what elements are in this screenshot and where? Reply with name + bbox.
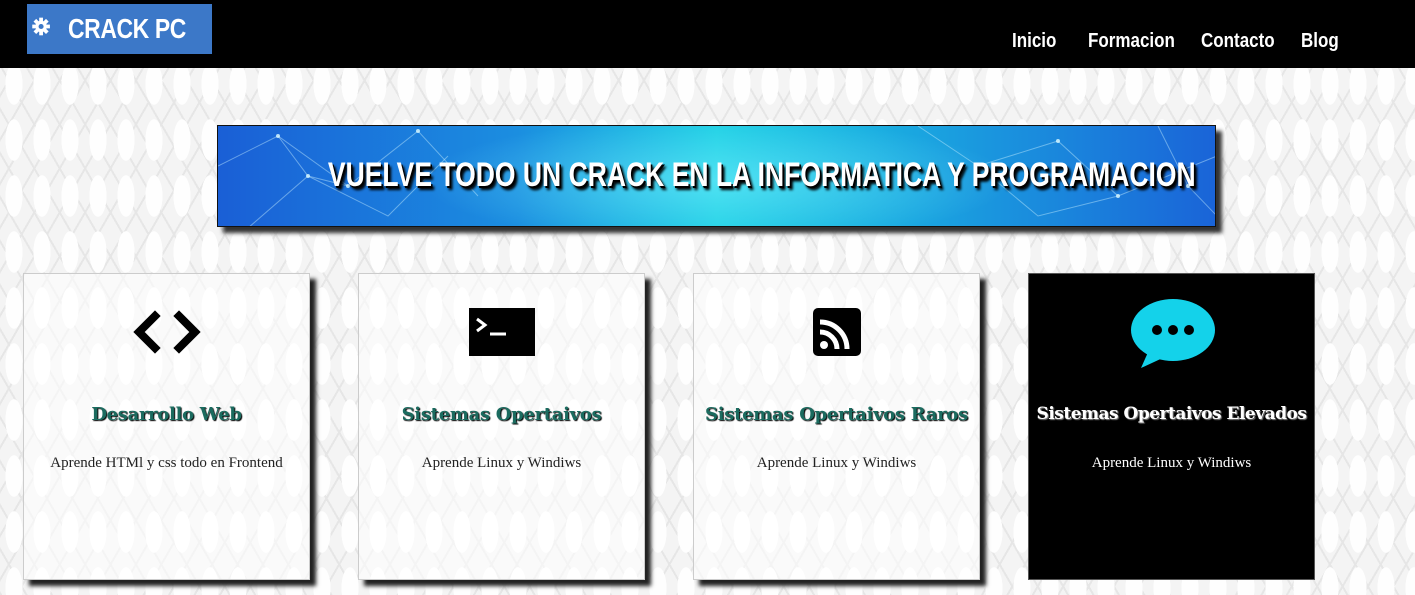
nav-link-formacion[interactable]: Formacion xyxy=(1088,30,1175,53)
card-description: Aprende HTMl y css todo en Frontend xyxy=(50,455,283,471)
hero-banner: VUELVE TODO UN CRACK EN LA INFORMATICA Y… xyxy=(217,125,1216,227)
card-title: Sistemas Opertaivos Elevados xyxy=(1036,404,1307,424)
card-description: Aprende Linux y Windiws xyxy=(421,455,582,471)
card-title: Desarrollo Web xyxy=(91,404,242,425)
nav-link-inicio[interactable]: Inicio xyxy=(1012,30,1056,53)
card-title: Sistemas Opertaivos xyxy=(401,404,602,425)
nav-link-contacto[interactable]: Contacto xyxy=(1201,30,1275,53)
nav-link-blog[interactable]: Blog xyxy=(1301,30,1339,53)
card-title: Sistemas Opertaivos Raros xyxy=(705,404,968,425)
code-icon xyxy=(132,310,201,354)
top-navbar: CRACK PC Inicio Formacion Contacto Blog xyxy=(0,0,1415,68)
rss-icon xyxy=(812,308,861,356)
banner-headline: VUELVE TODO UN CRACK EN LA INFORMATICA Y… xyxy=(327,156,1196,194)
card-description: Aprende Linux y Windiws xyxy=(1091,455,1252,471)
card-description: Aprende Linux y Windiws xyxy=(756,455,917,471)
card-sistemas-operativos-raros[interactable]: Sistemas Opertaivos Raros Aprende Linux … xyxy=(693,273,980,580)
card-desarrollo-web[interactable]: Desarrollo Web Aprende HTMl y css todo e… xyxy=(23,273,310,580)
card-sistemas-operativos[interactable]: Sistemas Opertaivos Aprende Linux y Wind… xyxy=(358,273,645,580)
terminal-icon xyxy=(468,308,535,356)
chat-bubble-icon xyxy=(1130,299,1215,368)
card-sistemas-operativos-elevados[interactable]: Sistemas Opertaivos Elevados Aprende Lin… xyxy=(1028,273,1315,580)
main-nav: Inicio Formacion Contacto Blog xyxy=(0,30,1415,60)
